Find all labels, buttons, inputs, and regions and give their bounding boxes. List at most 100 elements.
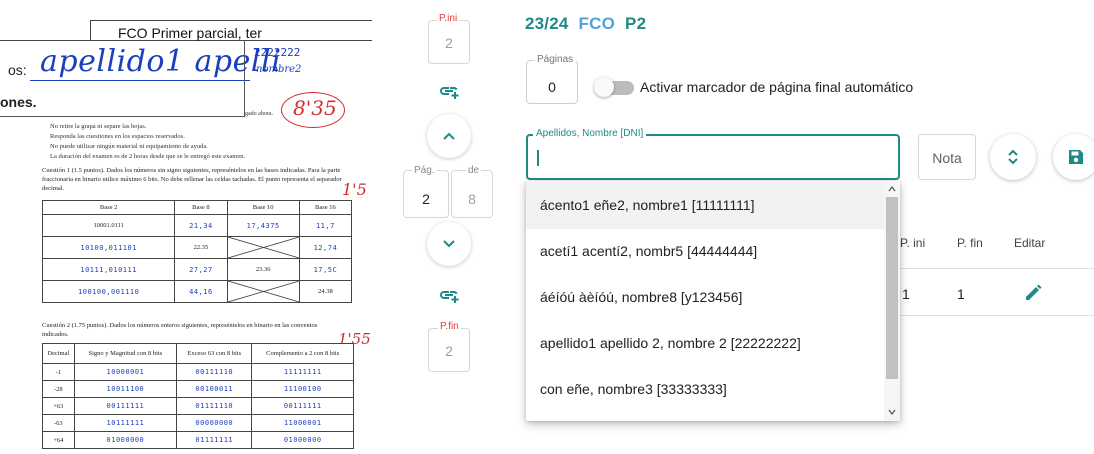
page-up-button[interactable] (427, 114, 471, 158)
chevron-down-icon (443, 240, 455, 248)
table-cell: 00111111 (251, 397, 354, 415)
table-header: Base 10 (226, 200, 300, 215)
save-button[interactable] (1053, 134, 1094, 180)
table-cell: 10100,011101 (41, 236, 176, 259)
unfold-icon (1008, 149, 1018, 165)
link-add-icon[interactable] (438, 286, 460, 304)
table-cell: 01111111 (176, 431, 253, 449)
pfin-field[interactable]: 2 (428, 328, 470, 372)
edit-pencil-icon[interactable] (1024, 284, 1042, 302)
student-search-input[interactable] (526, 134, 900, 180)
table-cell: 22.35 (174, 236, 228, 259)
table-cell: 12,74 (298, 236, 353, 259)
exam-course-year: 23/24 (525, 14, 569, 33)
table-header: Exceso 63 con 8 bits (176, 343, 253, 364)
table-cell: 00100011 (176, 380, 253, 398)
page-total-field: 8 (451, 170, 493, 218)
table-header: Signo y Magnitud con 8 bits (73, 343, 178, 364)
pini-field[interactable]: 2 (428, 20, 470, 64)
table-cell: 21,34 (174, 214, 228, 237)
table-cell: 23.36 (226, 258, 300, 281)
pfin-value: 2 (445, 343, 453, 359)
autocomplete-option[interactable]: acetí1 acentí2, nombr5 [44444444] (526, 227, 884, 275)
exam-rules: No retire la grapa ni separe las hojas. … (50, 122, 245, 162)
scroll-up-icon[interactable] (887, 184, 897, 194)
exam-partial: P2 (625, 14, 647, 33)
link-add-icon[interactable] (438, 82, 460, 100)
column-header-edit: Editar (1014, 236, 1046, 250)
table-cell: 10111111 (73, 414, 178, 432)
name-box-edge (244, 40, 245, 116)
table-cell: 17,5C (298, 258, 353, 281)
table-cell: +64 (42, 431, 75, 449)
table-cell: -63 (42, 414, 75, 432)
page-total-value: 8 (468, 191, 476, 207)
table-header: Complemento a 2 con 8 bits (251, 343, 354, 364)
autocomplete-option[interactable]: ácento1 eñe2, nombre1 [11111111] (526, 181, 884, 229)
pfin-label: P.fin (438, 321, 461, 332)
q1-score-mark: 1'5 (342, 180, 367, 199)
table-cell: 00111110 (176, 363, 253, 381)
table-cell: 11,7 (298, 214, 353, 237)
rule-item: La duración del examen es de 2 horas des… (50, 153, 246, 160)
auto-marker-label: Activar marcador de página final automát… (640, 79, 914, 95)
table-cell: 17,4375 (226, 214, 300, 237)
table-cell: 10111,010111 (41, 258, 176, 281)
text-caret (537, 150, 539, 166)
autocomplete-option[interactable]: áéíóú àèíóú, nombre8 [y123456] (526, 273, 884, 321)
table-cell: 11100100 (251, 380, 354, 398)
table-cell: 10001.0111 (41, 214, 176, 237)
grade-placeholder: Nota (932, 150, 962, 166)
page-number-field[interactable]: 2 (403, 170, 449, 218)
paginas-label: Páginas (534, 54, 577, 65)
table-cell: 01111110 (176, 397, 253, 415)
handwritten-dni: 2222222 (254, 46, 301, 59)
table-cell: 11111111 (251, 363, 354, 381)
pini-value: 2 (445, 35, 453, 51)
column-header-pini: P. ini (900, 236, 926, 250)
save-icon (1069, 150, 1083, 164)
autocomplete-option[interactable]: con eñe, nombre3 [33333333] (526, 365, 884, 413)
question-2-table: Decimal Signo y Magnitud con 8 bits Exce… (42, 343, 354, 449)
exam-subject: FCO (578, 14, 616, 33)
name-box-bottom (0, 116, 245, 117)
table-cell: +63 (42, 397, 75, 415)
table-cell: 10000001 (73, 363, 178, 381)
name-underline (30, 80, 250, 81)
page-total-label: de (466, 165, 482, 176)
table-header: Decimal (42, 343, 75, 364)
table-cell: 01000000 (251, 431, 354, 449)
rule-item: No puede utilizar ningún material ni equ… (50, 143, 208, 150)
table-cell: -28 (42, 380, 75, 398)
toggle-knob[interactable] (594, 77, 614, 97)
dropdown-scrollbar[interactable] (884, 181, 900, 421)
exam-scan-image: FCO Primer parcial, ter os: apellido1 ap… (0, 0, 372, 454)
table-cell: 01000000 (73, 431, 178, 449)
handwritten-grade: 8'35 (293, 96, 337, 120)
rule-item: Responda las cuestiones en los espacios … (50, 133, 185, 140)
page-number-value: 2 (422, 191, 430, 207)
question-1-text: Cuestión 1 (1.5 puntos). Dados los númer… (42, 167, 342, 192)
question-2-text: Cuestión 2 (1.75 puntos). Dados los núme… (42, 322, 318, 338)
table-divider (880, 268, 1094, 269)
scrollbar-thumb[interactable] (886, 197, 898, 379)
table-cell: 44,16 (174, 280, 228, 303)
table-header: Base 16 (298, 200, 353, 215)
table-header: Base 2 (41, 200, 176, 215)
table-cell: 10011100 (73, 380, 178, 398)
table-cell: 27,27 (174, 258, 228, 281)
cell-pini: 1 (902, 286, 910, 302)
scroll-down-icon[interactable] (887, 407, 897, 417)
column-header-pfin: P. fin (957, 236, 983, 250)
sort-button[interactable] (990, 134, 1036, 180)
rule-item: No retire la grapa ni separe las hojas. (50, 123, 147, 130)
exam-title: 23/24 FCO P2 (525, 14, 646, 34)
handwritten-firstname: nombre2 (256, 64, 302, 75)
page-down-button[interactable] (427, 222, 471, 266)
pini-label: P.ini (437, 13, 460, 24)
table-cell: 11000001 (251, 414, 354, 432)
question-1-table: Base 2 Base 8 Base 10 Base 16 10001.0111… (41, 200, 353, 303)
table-cell: 00000000 (176, 414, 253, 432)
page-number-label: Pág. (412, 165, 437, 176)
autocomplete-option[interactable]: apellido1 apellido 2, nombre 2 [22222222… (526, 319, 884, 367)
